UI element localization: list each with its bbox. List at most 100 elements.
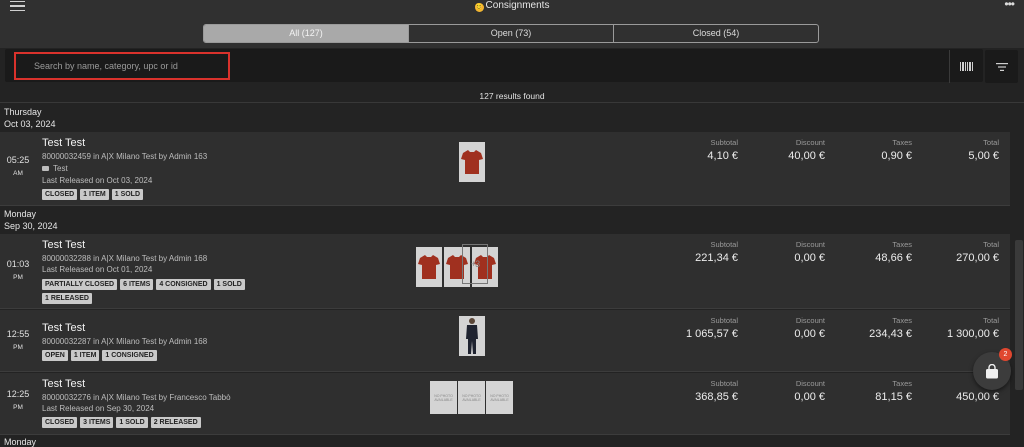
- shirt-thumbnail[interactable]: [416, 247, 442, 287]
- status-tabs: All (127) Open (73) Closed (54): [203, 24, 819, 43]
- barcode-icon: [959, 62, 973, 71]
- subtotal-label: Subtotal: [710, 240, 738, 249]
- consignment-row[interactable]: 05:25 AM Test Test 80000032459 in A|X Mi…: [0, 132, 1010, 206]
- page-title: 😊 Consignments: [0, 0, 1024, 12]
- divider: [0, 102, 1024, 103]
- total-value: 450,00 €: [956, 391, 999, 403]
- item-thumbnails: [459, 142, 485, 182]
- day-weekday: Thursday: [4, 107, 42, 117]
- more-items-count[interactable]: +3: [462, 244, 488, 284]
- logo-icon: 😊: [474, 3, 484, 12]
- time-ampm: PM: [13, 274, 23, 281]
- taxes-label: Taxes: [892, 379, 912, 388]
- total-value: 5,00 €: [968, 150, 999, 162]
- consignment-info: 80000032459 in A|X Milano Test by Admin …: [42, 152, 208, 161]
- consignment-row[interactable]: 01:03 PM Test Test 80000032288 in A|X Mi…: [0, 234, 1010, 309]
- discount: Discount 0,00 €: [745, 240, 825, 264]
- item-thumbnails: +3: [416, 244, 498, 287]
- tab-closed[interactable]: Closed (54): [614, 25, 818, 42]
- taxes-value: 234,43 €: [869, 328, 912, 340]
- status-badge: PARTIALLY CLOSED: [42, 279, 118, 290]
- more-icon[interactable]: •••: [1004, 0, 1015, 11]
- status-tags: PARTIALLY CLOSED 6 ITEMS 4 CONSIGNED 1 S…: [42, 279, 272, 304]
- discount: Discount 0,00 €: [745, 316, 825, 340]
- time-value: 01:03: [6, 259, 30, 269]
- no-photo-thumbnail[interactable]: NO PHOTO AVAILABLE: [430, 381, 457, 414]
- no-photo-thumbnail[interactable]: NO PHOTO AVAILABLE: [486, 381, 513, 414]
- search-input[interactable]: [14, 52, 230, 80]
- day-header: Monday: [0, 436, 1024, 447]
- status-badge: 1 CONSIGNED: [102, 350, 157, 361]
- scrollbar-thumb[interactable]: [1015, 240, 1023, 390]
- folder-name: Test: [53, 164, 68, 173]
- consignment-row[interactable]: 12:55 PM Test Test 80000032287 in A|X Mi…: [0, 310, 1010, 372]
- shirt-thumbnail[interactable]: [459, 142, 485, 182]
- filter-icon: [995, 62, 1008, 71]
- customer-name: Test Test: [42, 378, 86, 390]
- total: Total 5,00 €: [919, 138, 999, 162]
- shirt-icon: [418, 255, 440, 279]
- status-tags: OPEN 1 ITEM 1 CONSIGNED: [42, 350, 272, 361]
- consignment-info: 80000032287 in A|X Milano Test by Admin …: [42, 337, 208, 346]
- taxes-label: Taxes: [892, 138, 912, 147]
- no-photo-thumbnail[interactable]: NO PHOTO AVAILABLE: [458, 381, 485, 414]
- day-date: Oct 03, 2024: [4, 119, 56, 129]
- discount-value: 0,00 €: [794, 328, 825, 340]
- discount-label: Discount: [795, 240, 825, 249]
- status-badge: 1 SOLD: [116, 417, 148, 428]
- last-released: Last Released on Oct 01, 2024: [42, 265, 153, 274]
- discount: Discount 40,00 €: [745, 138, 825, 162]
- subtotal-value: 368,85 €: [695, 391, 738, 403]
- suit-thumbnail[interactable]: [459, 316, 485, 356]
- customer-name: Test Test: [42, 137, 86, 149]
- total: Total 1 300,00 €: [919, 316, 999, 340]
- subtotal-value: 1 065,57 €: [686, 328, 738, 340]
- status-badge: 6 ITEMS: [120, 279, 154, 290]
- status-tags: CLOSED 1 ITEM 1 SOLD: [42, 189, 272, 200]
- last-released: Last Released on Sep 30, 2024: [42, 404, 155, 413]
- taxes-label: Taxes: [892, 316, 912, 325]
- subtotal: Subtotal 368,85 €: [658, 379, 738, 403]
- tab-open[interactable]: Open (73): [409, 25, 614, 42]
- total-value: 270,00 €: [956, 252, 999, 264]
- subtotal: Subtotal 221,34 €: [658, 240, 738, 264]
- status-badge: 1 ITEM: [70, 350, 100, 361]
- time-ampm: AM: [13, 170, 23, 177]
- day-date: Sep 30, 2024: [4, 221, 58, 231]
- row-time: 12:25 PM: [0, 389, 36, 411]
- time-value: 12:55: [6, 329, 30, 339]
- time-value: 12:25: [6, 389, 30, 399]
- status-badge: 4 CONSIGNED: [156, 279, 211, 290]
- consignment-row[interactable]: 12:25 PM Test Test 80000032276 in A|X Mi…: [0, 373, 1010, 435]
- subtotal-value: 221,34 €: [695, 252, 738, 264]
- discount: Discount 0,00 €: [745, 379, 825, 403]
- discount-label: Discount: [795, 138, 825, 147]
- discount-value: 0,00 €: [794, 252, 825, 264]
- taxes: Taxes 81,15 €: [832, 379, 912, 403]
- tab-all[interactable]: All (127): [204, 25, 409, 42]
- day-weekday: Monday: [4, 209, 37, 219]
- row-time: 12:55 PM: [0, 329, 36, 351]
- cart-count-badge: 2: [999, 348, 1012, 361]
- total-label: Total: [983, 138, 999, 147]
- time-value: 05:25: [6, 155, 30, 165]
- status-badge: 1 ITEM: [80, 189, 109, 200]
- customer-name: Test Test: [42, 322, 86, 334]
- status-badge: OPEN: [42, 350, 68, 361]
- discount-value: 40,00 €: [788, 150, 825, 162]
- barcode-scan-button[interactable]: [949, 50, 983, 83]
- taxes-value: 48,66 €: [875, 252, 912, 264]
- time-ampm: PM: [13, 404, 23, 411]
- shirt-icon: [461, 150, 483, 174]
- taxes-label: Taxes: [892, 240, 912, 249]
- taxes: Taxes 48,66 €: [832, 240, 912, 264]
- time-ampm: PM: [13, 344, 23, 351]
- taxes: Taxes 234,43 €: [832, 316, 912, 340]
- total-value: 1 300,00 €: [947, 328, 999, 340]
- subtotal-value: 4,10 €: [707, 150, 738, 162]
- discount-value: 0,00 €: [794, 391, 825, 403]
- item-thumbnails: NO PHOTO AVAILABLE NO PHOTO AVAILABLE NO…: [430, 381, 513, 414]
- search-container: [5, 49, 983, 83]
- filter-button[interactable]: [985, 50, 1018, 83]
- day-header: Monday Sep 30, 2024: [0, 208, 1024, 232]
